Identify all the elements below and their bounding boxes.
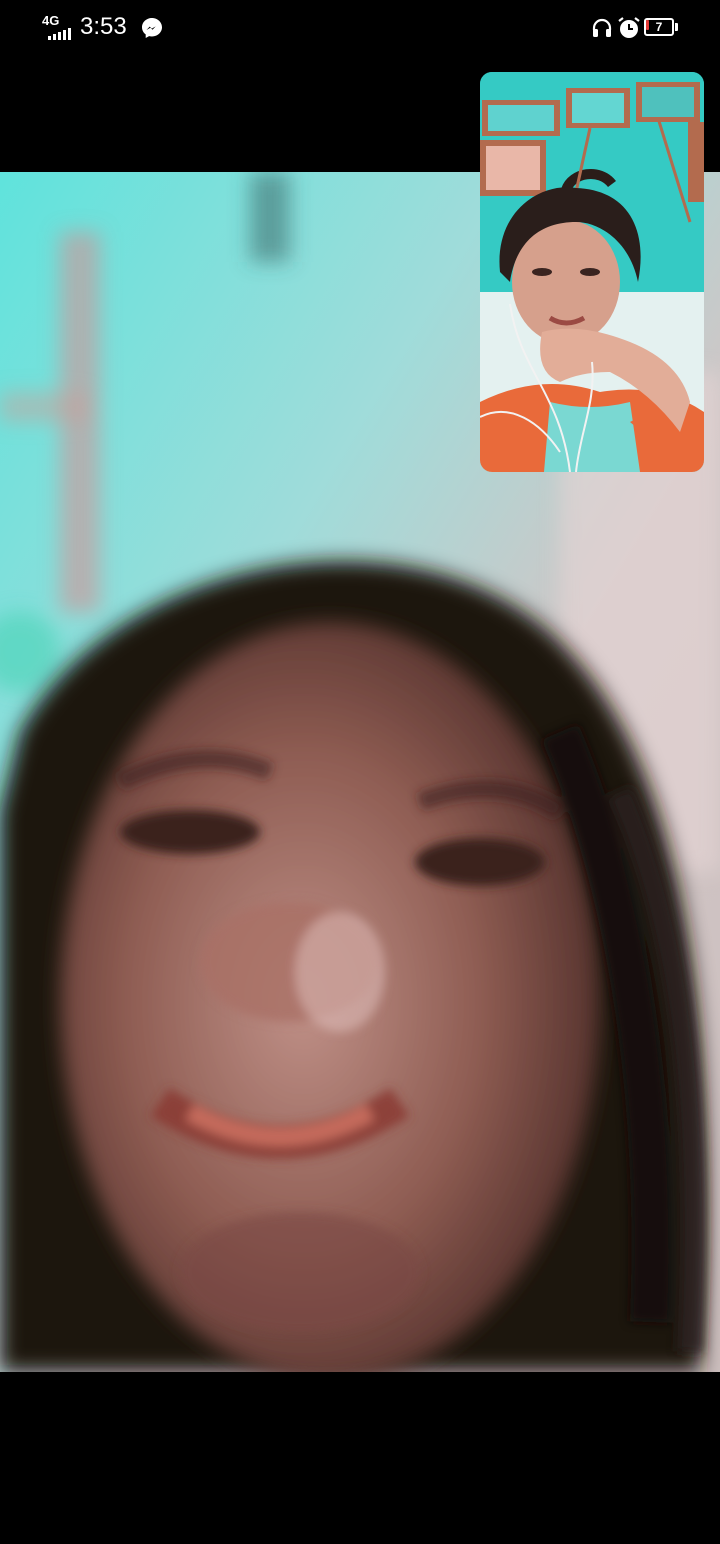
- messenger-icon: [140, 16, 164, 40]
- headphones-icon: [590, 16, 614, 40]
- battery-level: 7: [655, 20, 663, 34]
- clock-time: 3:53: [80, 13, 127, 40]
- alarm-icon: [616, 15, 642, 41]
- status-bar: 4G 3:53 7: [0, 0, 720, 56]
- call-controls-area: [0, 1372, 720, 1544]
- battery-icon: 7: [644, 18, 680, 38]
- signal-icon: 4G: [40, 14, 76, 40]
- self-camera-preview[interactable]: [480, 72, 704, 472]
- network-type: 4G: [42, 13, 60, 28]
